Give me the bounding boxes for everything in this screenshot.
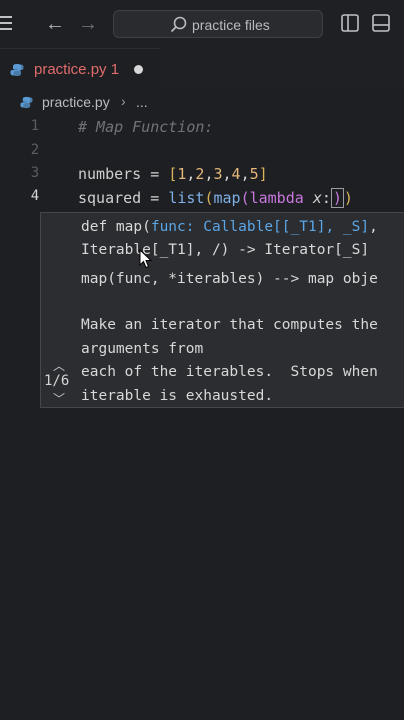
- mouse-pointer-icon: [139, 249, 153, 269]
- tab-label: practice.py 1: [34, 61, 120, 78]
- text-cursor: ): [330, 188, 344, 208]
- breadcrumb: practice.py › ...: [0, 90, 404, 116]
- menu-icon[interactable]: [0, 16, 12, 30]
- code-line-4: squared = list(map(lambda x:)): [78, 188, 353, 208]
- signature-line: Iterable[_T1], /) -> Iterator[_S]: [81, 242, 370, 258]
- line-number: 1: [30, 118, 40, 134]
- forward-arrow-icon[interactable]: →: [76, 12, 100, 36]
- doc-line: Make an iterator that computes the: [81, 317, 378, 333]
- line-number: 3: [30, 165, 40, 181]
- code-line-1: # Map Function:: [78, 118, 214, 136]
- line-number: 4: [30, 188, 40, 204]
- breadcrumb-file[interactable]: practice.py: [42, 94, 110, 110]
- chevron-up-icon[interactable]: ︿: [53, 357, 65, 374]
- doc-line: map(func, *iterables) --> map obje: [81, 271, 378, 287]
- code-line-3: numbers = [1,2,3,4,5]: [78, 165, 268, 183]
- doc-line: each of the iterables. Stops when: [81, 364, 378, 380]
- overload-counter: 1/6: [44, 373, 70, 389]
- doc-line: arguments from: [81, 341, 204, 357]
- signature-line: def map(func: Callable[[_T1], _S],: [81, 219, 378, 235]
- title-bar: ← → practice files: [0, 0, 404, 48]
- search-icon: [170, 16, 187, 33]
- unsaved-indicator-icon[interactable]: [134, 65, 143, 74]
- toggle-panel-icon[interactable]: [372, 14, 390, 32]
- python-file-icon: [20, 96, 33, 109]
- tab-practice-py[interactable]: practice.py 1: [0, 48, 160, 91]
- line-number: 2: [30, 142, 40, 158]
- python-file-icon: [10, 64, 24, 76]
- chevron-right-icon: ›: [121, 93, 126, 109]
- chevron-down-icon[interactable]: ﹀: [53, 390, 65, 407]
- doc-line: iterable is exhausted.: [81, 388, 274, 404]
- tab-bar: practice.py 1: [0, 48, 404, 91]
- signature-help-popup: def map(func: Callable[[_T1], _S], Itera…: [40, 212, 404, 408]
- toggle-sidebar-icon[interactable]: [341, 14, 359, 32]
- search-placeholder: practice files: [192, 17, 270, 33]
- back-arrow-icon[interactable]: ←: [43, 12, 67, 36]
- breadcrumb-ellipsis[interactable]: ...: [136, 94, 148, 110]
- problem-count: 1: [110, 61, 120, 78]
- search-input[interactable]: practice files: [113, 10, 323, 38]
